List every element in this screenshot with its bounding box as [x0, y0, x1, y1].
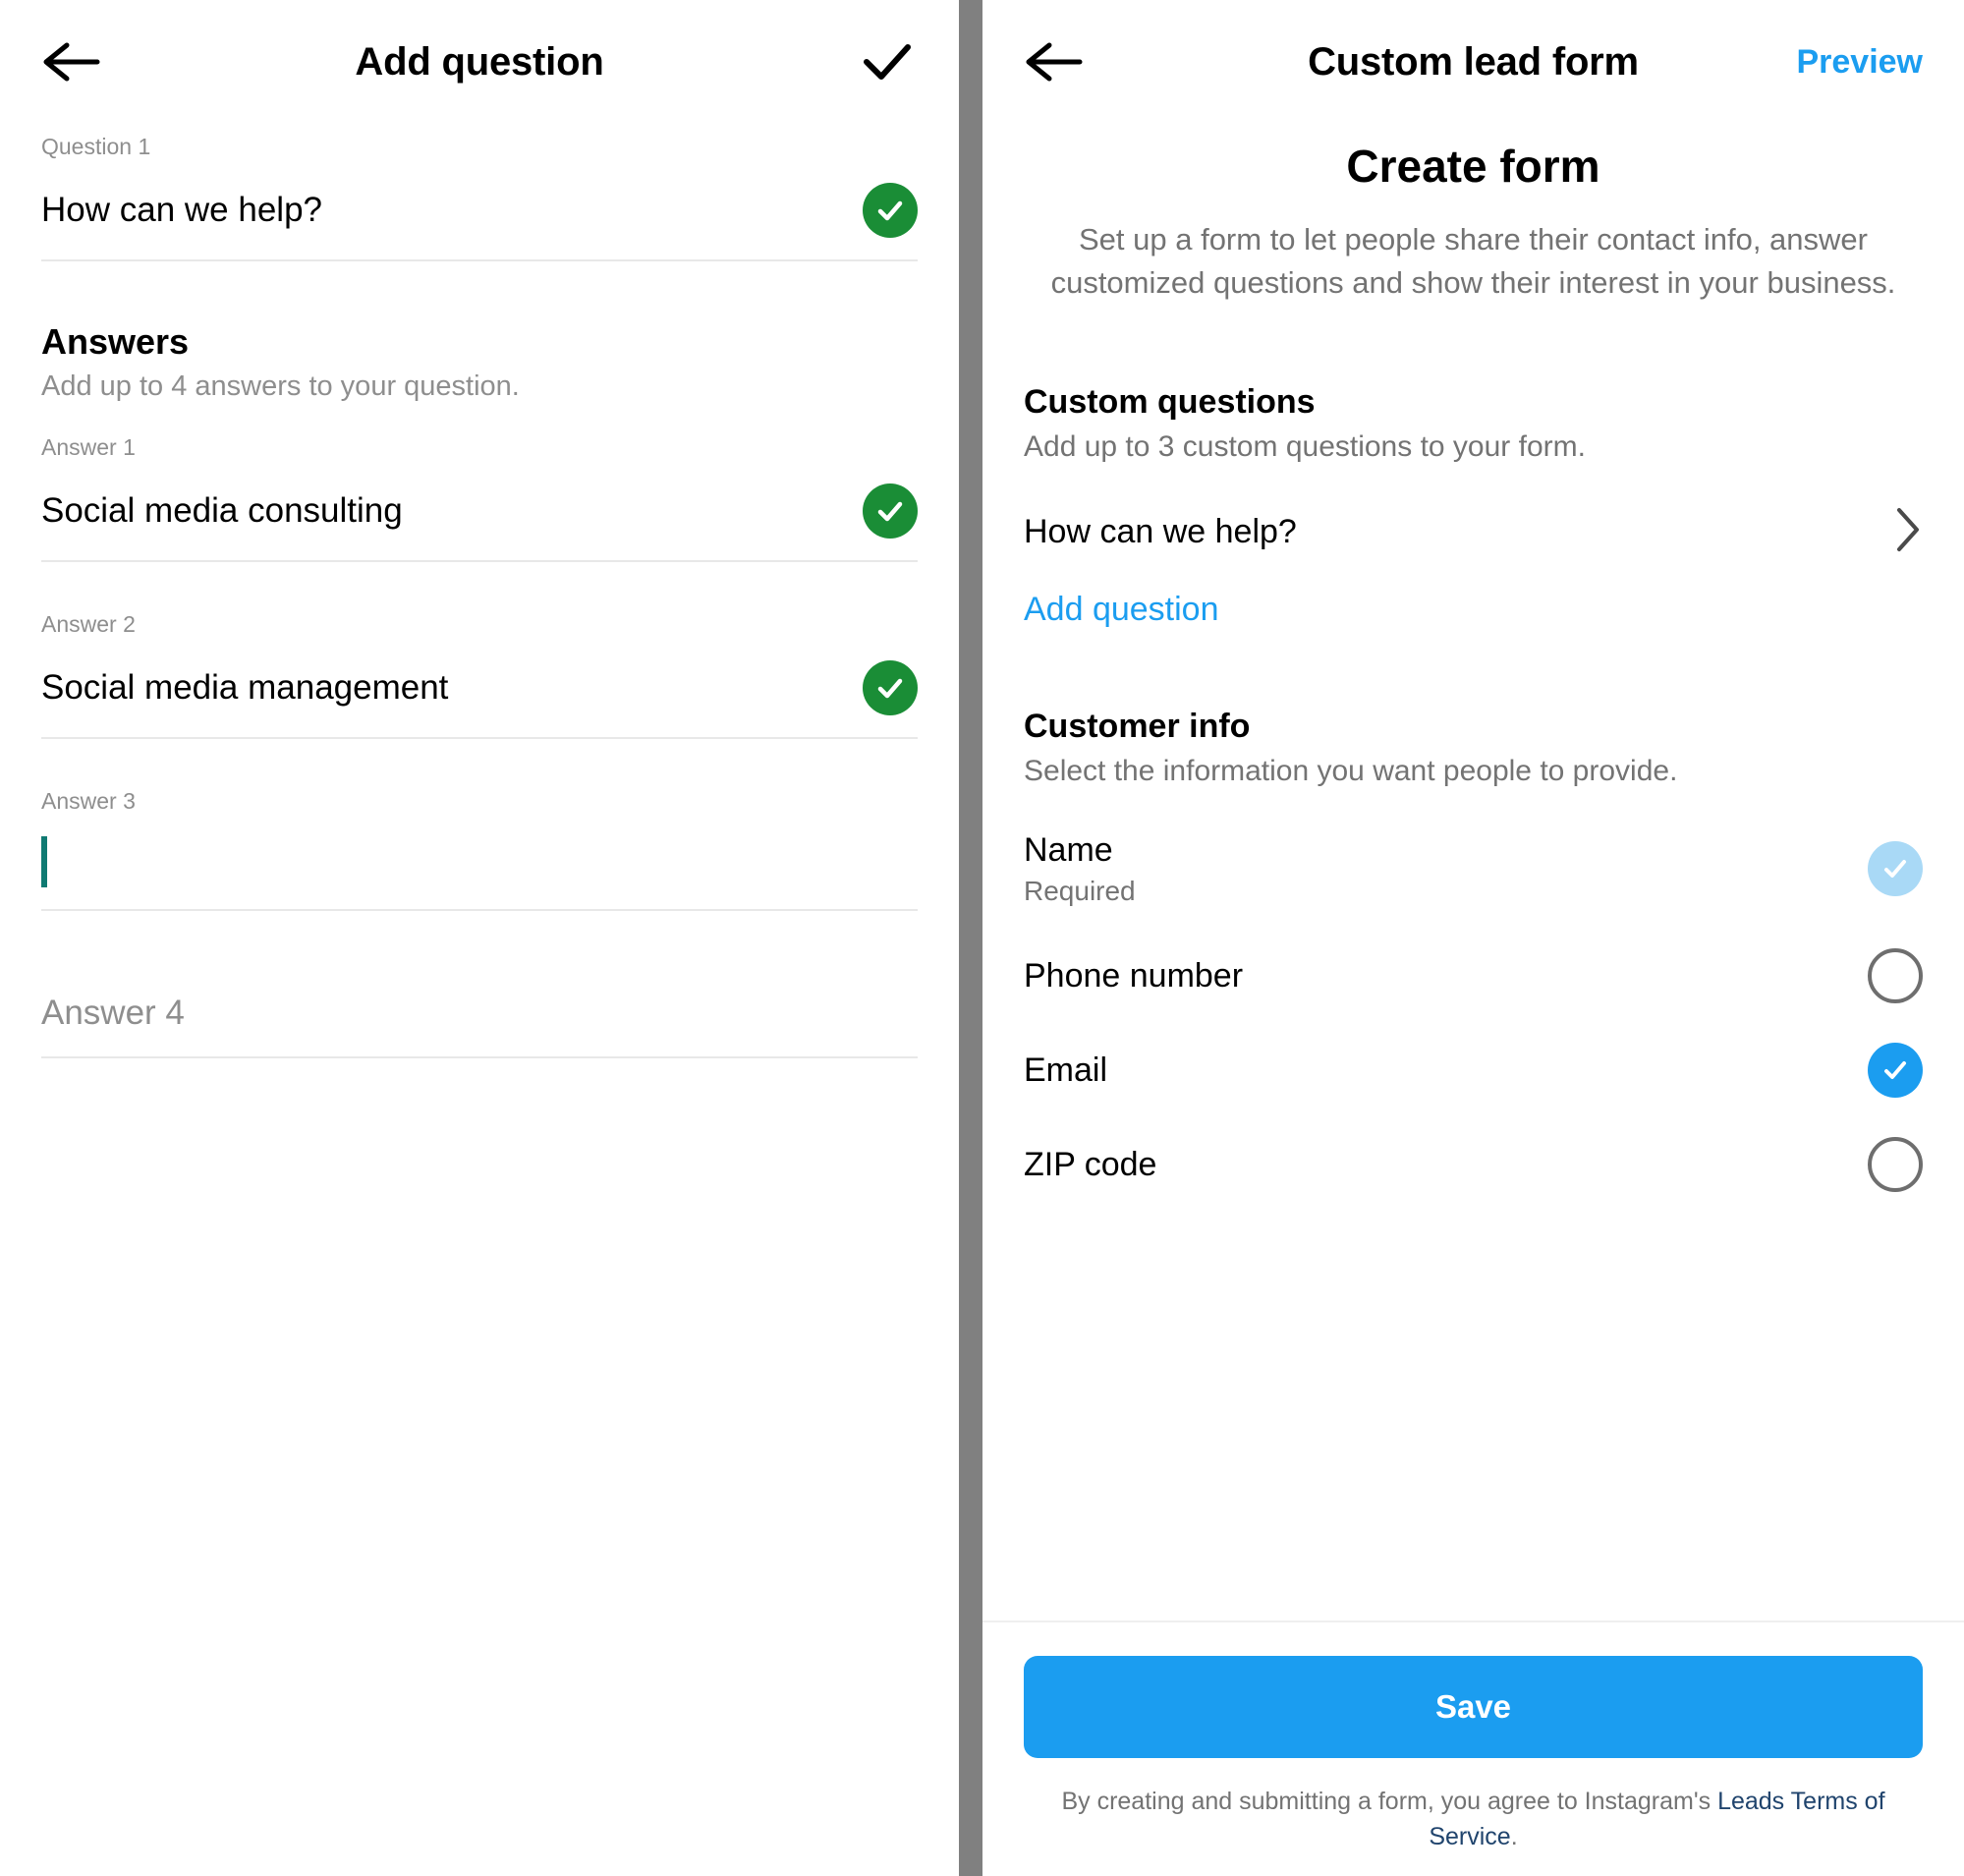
customer-info-row-email[interactable]: Email: [1024, 1003, 1923, 1098]
add-question-link[interactable]: Add question: [1024, 559, 1219, 629]
custom-questions-section: Custom questions Add up to 3 custom ques…: [1024, 305, 1923, 629]
checkbox-phone-number[interactable]: [1868, 947, 1923, 1003]
create-form-heading: Create form: [1346, 141, 1600, 192]
add-question-panel: Add question Question 1 How can we help?: [0, 0, 959, 1876]
panel-divider: [959, 0, 982, 1876]
question-row[interactable]: How can we help?: [41, 161, 918, 259]
lead-form-screen: Add question Question 1 How can we help?: [0, 0, 1964, 1876]
answer-row[interactable]: Social media consulting: [41, 462, 918, 560]
answer-field-group: Answer 3: [41, 778, 918, 912]
custom-lead-form-body: Create form Set up a form to let people …: [982, 124, 1964, 1620]
answer-field-group: Answer 4: [41, 970, 918, 1058]
customer-info-title: Customer info: [1024, 708, 1251, 746]
question-label: Question 1: [41, 134, 151, 159]
answer-label: Answer 1: [41, 434, 136, 461]
chevron-right-icon[interactable]: [1893, 505, 1923, 559]
answer-field-group: Answer 1 Social media consulting: [41, 425, 918, 563]
legal-prefix: By creating and submitting a form, you a…: [1061, 1787, 1718, 1815]
answer-input[interactable]: Social media management: [41, 666, 448, 710]
back-arrow-icon[interactable]: [1024, 39, 1083, 85]
custom-lead-form-topbar: Custom lead form Preview: [982, 0, 1964, 124]
answers-section-title: Answers: [41, 320, 190, 362]
checkbox-email-checked[interactable]: [1868, 1042, 1923, 1098]
custom-question-label: How can we help?: [1024, 513, 1297, 551]
form-footer: Save By creating and submitting a form, …: [982, 1620, 1964, 1876]
custom-lead-form-panel: Custom lead form Preview Create form Set…: [982, 0, 1964, 1876]
legal-text: By creating and submitting a form, you a…: [1024, 1758, 1923, 1855]
answer-field-group: Answer 2 Social media management: [41, 601, 918, 739]
confirm-checkmark-icon[interactable]: [857, 31, 918, 92]
answer-label: Answer 3: [41, 787, 136, 814]
answers-section-header: Answers Add up to 4 answers to your ques…: [41, 320, 918, 406]
answer-label: Answer 2: [41, 611, 136, 638]
custom-question-row[interactable]: How can we help?: [1024, 466, 1923, 559]
customer-info-label: Name: [1024, 831, 1113, 870]
answer-row-focused[interactable]: [41, 815, 918, 909]
green-check-icon[interactable]: [863, 483, 918, 540]
customer-info-label: ZIP code: [1024, 1145, 1157, 1183]
checkbox-name-disabled: [1868, 841, 1923, 897]
answers-section-subtitle: Add up to 4 answers to your question.: [41, 370, 520, 402]
custom-questions-title: Custom questions: [1024, 383, 1316, 422]
field-divider: [41, 1056, 918, 1058]
customer-info-sublabel: Required: [1024, 875, 1136, 906]
checkbox-zip-code[interactable]: [1868, 1136, 1923, 1192]
customer-info-subtitle: Select the information you want people t…: [1024, 755, 1678, 788]
add-question-topbar: Add question: [0, 0, 959, 124]
green-check-icon[interactable]: [863, 182, 918, 238]
green-check-icon[interactable]: [863, 659, 918, 715]
legal-suffix: .: [1510, 1822, 1518, 1850]
text-cursor-icon: [41, 836, 47, 888]
page-title: Add question: [355, 39, 604, 84]
add-question-body: Question 1 How can we help? Answers Add …: [0, 124, 959, 1058]
answer-input-focused[interactable]: [41, 836, 47, 888]
custom-questions-subtitle: Add up to 3 custom questions to your for…: [1024, 430, 1586, 464]
customer-info-label: Phone number: [1024, 956, 1244, 995]
answer-row[interactable]: Social media management: [41, 639, 918, 737]
customer-info-row-name[interactable]: Name Required: [1024, 790, 1923, 909]
customer-info-row-phone[interactable]: Phone number: [1024, 909, 1923, 1003]
save-button[interactable]: Save: [1024, 1655, 1923, 1758]
preview-button[interactable]: Preview: [1796, 43, 1923, 82]
customer-info-row-zip[interactable]: ZIP code: [1024, 1098, 1923, 1192]
answer-input-placeholder[interactable]: Answer 4: [41, 992, 185, 1035]
answer-row[interactable]: Answer 4: [41, 970, 918, 1056]
customer-info-section: Customer info Select the information you…: [1024, 629, 1923, 1192]
answer-input[interactable]: Social media consulting: [41, 489, 403, 533]
customer-info-name-text: Name Required: [1024, 829, 1136, 909]
back-arrow-icon[interactable]: [41, 39, 100, 85]
question-field-group: Question 1 How can we help?: [41, 124, 918, 261]
question-input[interactable]: How can we help?: [41, 189, 322, 232]
customer-info-label: Email: [1024, 1051, 1108, 1089]
create-form-description: Set up a form to let people share their …: [1050, 222, 1896, 301]
